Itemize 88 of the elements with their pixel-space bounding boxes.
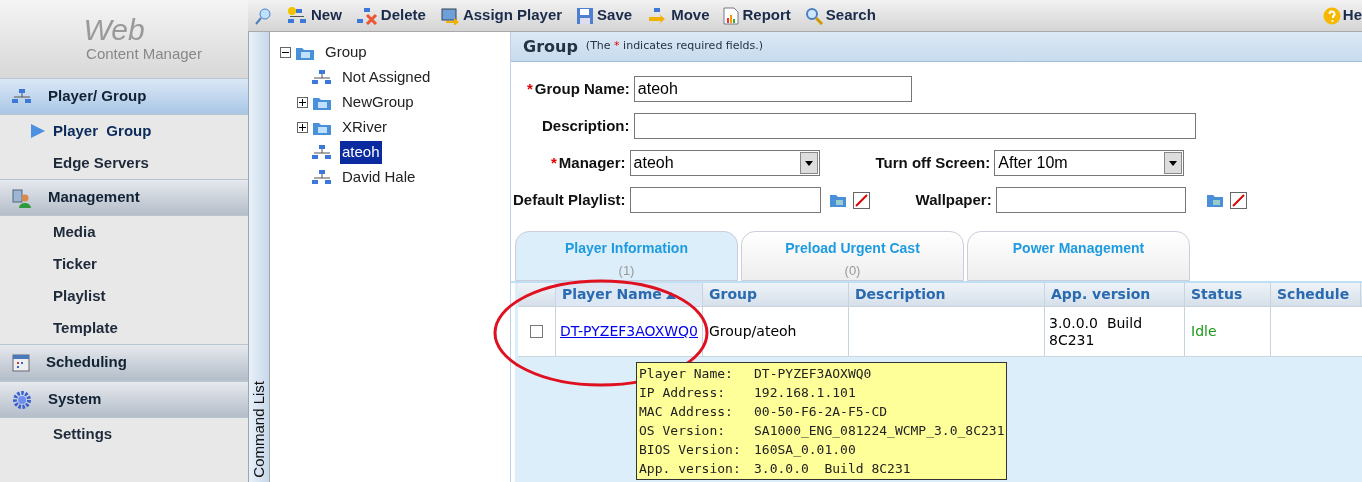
input-field[interactable] (995, 187, 1186, 213)
expand-icon[interactable] (297, 97, 308, 108)
question-icon (1322, 6, 1341, 25)
field-label: Wallpaper: (915, 189, 992, 210)
tooltip-value: 160SA_0.01.00 (754, 441, 856, 459)
clear-icon[interactable] (852, 191, 870, 209)
command-strip[interactable]: Command List (248, 32, 270, 482)
sidebar-item[interactable]: Template (0, 312, 248, 344)
column-header[interactable]: Schedule (1271, 283, 1361, 306)
panel-note: (The * indicates required fields.) (585, 38, 764, 55)
network-icon (312, 169, 332, 186)
calendar-icon (12, 353, 30, 372)
field-label: Turn off Screen: (875, 152, 991, 173)
network-star-icon (286, 6, 308, 25)
caret-icon (799, 152, 818, 174)
help-button[interactable]: He (1322, 4, 1362, 27)
tree-item[interactable]: Not Assigned (340, 66, 433, 89)
network-icon (312, 144, 332, 161)
network-icon (12, 88, 32, 105)
dropdown[interactable]: After 10m (994, 150, 1185, 176)
section-header[interactable]: System (0, 381, 248, 418)
toolbar-button[interactable]: Report (723, 4, 791, 27)
tooltip-label: MAC Address: (639, 403, 734, 421)
tooltip-value: DT-PYZEF3AOXWQ0 (754, 365, 872, 383)
tree-item[interactable]: XRiver (340, 116, 389, 139)
sidebar-item[interactable]: Player Group (0, 115, 248, 147)
tooltip-label: Player Name: (639, 365, 734, 383)
toolbar-button[interactable]: Search (804, 4, 876, 27)
dropdown[interactable]: ateoh (629, 150, 820, 176)
toolbar-button[interactable]: Delete (355, 4, 426, 27)
column-header[interactable]: App. version (1045, 283, 1185, 306)
tree-item[interactable]: David Hale (340, 166, 418, 189)
tooltip-value: 192.168.1.101 (754, 384, 856, 402)
gear-icon (12, 389, 32, 410)
tree-item[interactable]: NewGroup (340, 91, 416, 114)
column-header[interactable]: Status (1185, 283, 1271, 306)
player-link[interactable]: DT-PYZEF3AOXWQ0 (560, 323, 698, 340)
input-field[interactable] (629, 187, 821, 213)
field-label: *Group Name: (527, 78, 630, 99)
sidebar-item[interactable]: Settings (0, 418, 248, 450)
triangle-icon (31, 124, 45, 138)
tree-item[interactable]: Group (323, 41, 369, 64)
column-header[interactable]: Player Name (556, 283, 703, 306)
tree-item[interactable]: ateoh (340, 141, 382, 164)
field-label: Description: (542, 115, 630, 136)
panel-title: Group (523, 35, 578, 58)
field-label: Default Playlist: (513, 189, 626, 210)
toolbar-button[interactable]: Move (646, 4, 710, 27)
report-icon (723, 6, 740, 25)
tooltip-label: OS Version: (639, 422, 727, 440)
tooltip-value: 3.0.0.0 Build 8C231 (754, 460, 911, 478)
tooltip-label: BIOS Version: (639, 441, 742, 459)
tooltip-value: 00-50-F6-2A-F5-CD (754, 403, 888, 421)
expand-icon[interactable] (297, 122, 308, 133)
section-header[interactable]: Management (0, 179, 248, 216)
assign-icon (439, 6, 460, 25)
sidebar-item[interactable]: Edge Servers (0, 147, 248, 179)
tooltip-value: SA1000_ENG_081224_WCMP_3.0_8C231 (754, 422, 1005, 440)
status-text: Idle (1185, 307, 1271, 356)
toolbar-button[interactable]: Save (576, 4, 633, 27)
collapse-icon[interactable] (280, 47, 291, 58)
search-icon (804, 6, 823, 25)
table-cell: 3.0.0.0 Build 8C231 (1045, 307, 1185, 356)
sidebar-item[interactable]: Media (0, 216, 248, 248)
column-header[interactable]: Group (703, 283, 849, 306)
network-icon (312, 69, 332, 86)
table-cell: Group/ateoh (703, 307, 849, 356)
sidebar-item[interactable]: Ticker (0, 248, 248, 280)
section-header[interactable]: Scheduling (0, 344, 248, 381)
logo-subtitle: Content Manager (86, 44, 202, 64)
caret-icon (1164, 152, 1183, 174)
network-delete-icon (355, 6, 378, 25)
clear-icon[interactable] (1229, 191, 1247, 209)
sidebar-item[interactable]: Playlist (0, 280, 248, 312)
logo-title: Web (83, 14, 145, 45)
tooltip-label: App. version: (639, 460, 742, 478)
people-icon (12, 187, 32, 208)
column-header[interactable]: Description (849, 283, 1045, 306)
folder-icon[interactable] (828, 192, 847, 208)
section-header[interactable]: Player/ Group (0, 78, 248, 115)
folder-icon[interactable] (1205, 192, 1224, 208)
tooltip-label: IP Address: (639, 384, 727, 402)
input-field[interactable]: ateoh (633, 76, 912, 102)
toolbar-button[interactable]: New (286, 4, 342, 27)
field-label: *Manager: (551, 152, 626, 173)
toolbar-button[interactable]: Assign Player (439, 4, 563, 27)
input-field[interactable] (633, 113, 1196, 139)
row-checkbox[interactable] (530, 325, 543, 338)
